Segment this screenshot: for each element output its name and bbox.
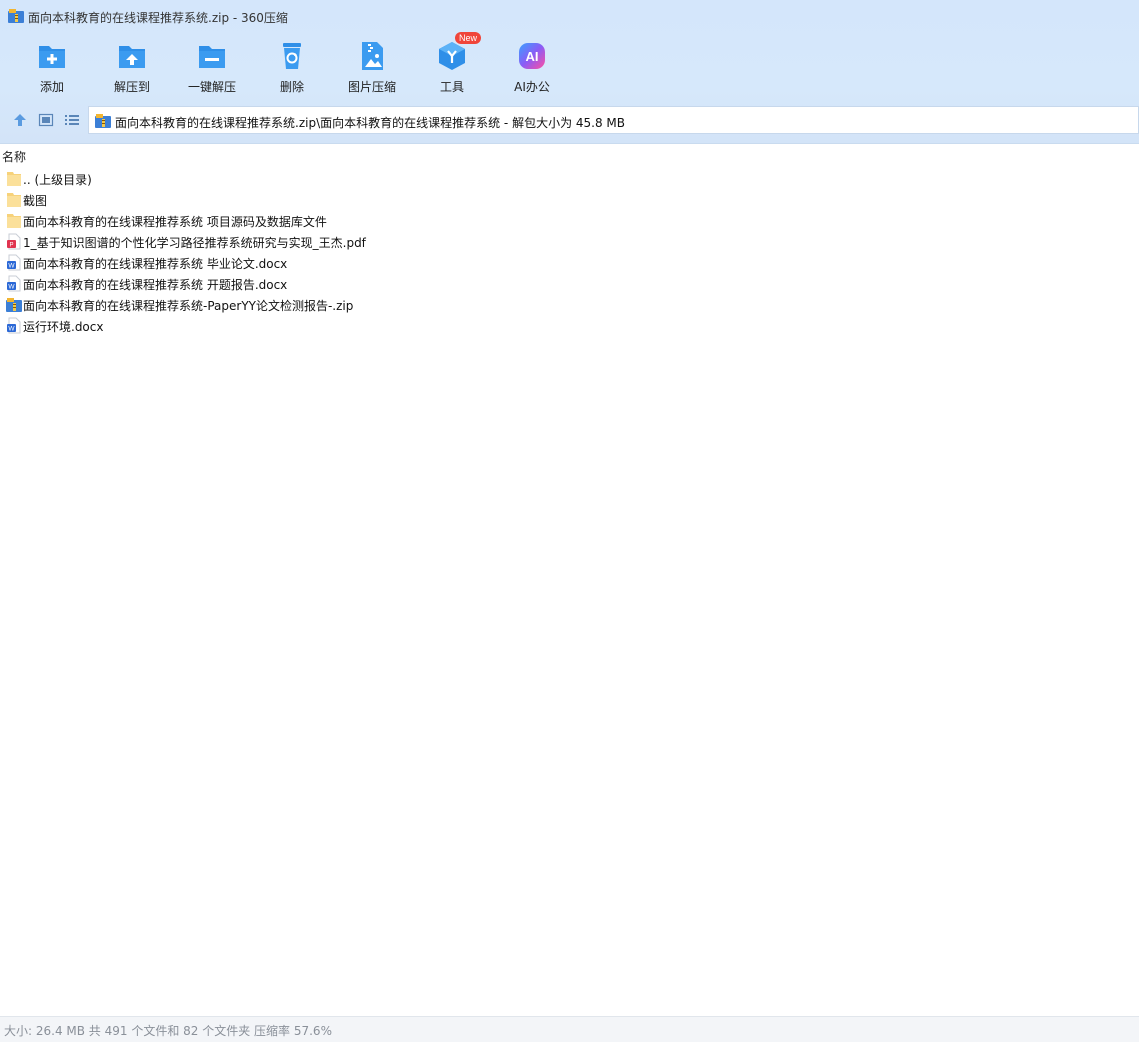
new-badge: New <box>455 32 482 44</box>
ai-office-icon: AI <box>519 43 545 69</box>
word-file-icon: W <box>7 254 21 271</box>
list-item[interactable]: 面向本科教育的在线课程推荐系统 项目源码及数据库文件 <box>0 210 1139 231</box>
file-name: 面向本科教育的在线课程推荐系统-PaperYY论文检测报告-.zip <box>23 299 354 313</box>
ai-office-button[interactable]: AI AI办公 <box>492 38 572 98</box>
svg-text:P: P <box>9 243 13 249</box>
file-name: 面向本科教育的在线课程推荐系统 开题报告.docx <box>23 278 288 292</box>
zip-archive-icon <box>6 298 22 312</box>
extract-to-button[interactable]: 解压到 <box>92 38 172 98</box>
extract-to-icon <box>119 46 145 68</box>
archive-app-icon <box>8 9 24 23</box>
title-bar: 面向本科教育的在线课程推荐系统.zip - 360压缩 <box>0 0 1139 32</box>
list-item[interactable]: 截图 <box>0 189 1139 210</box>
folder-icon <box>7 193 21 207</box>
image-compress-icon <box>362 42 383 70</box>
add-folder-icon <box>39 46 65 68</box>
image-compress-button[interactable]: 图片压缩 <box>332 38 412 98</box>
address-path: 面向本科教育的在线课程推荐系统.zip\面向本科教育的在线课程推荐系统 - 解包… <box>115 116 626 130</box>
one-click-extract-label: 一键解压 <box>187 80 236 94</box>
file-name: .. (上级目录) <box>23 173 92 187</box>
delete-button[interactable]: 删除 <box>252 38 332 98</box>
column-name-label: 名称 <box>2 150 27 164</box>
pdf-file-icon: P <box>7 233 21 250</box>
add-button[interactable]: 添加 <box>12 38 92 98</box>
svg-text:W: W <box>8 326 15 333</box>
address-bar[interactable]: 面向本科教育的在线课程推荐系统.zip\面向本科教育的在线课程推荐系统 - 解包… <box>88 106 1139 134</box>
ai-office-label: AI办公 <box>514 80 550 94</box>
tools-cube-icon <box>439 42 465 70</box>
list-item[interactable]: W 运行环境.docx <box>0 315 1139 336</box>
up-level-icon[interactable] <box>12 112 28 128</box>
file-name: 1_基于知识图谱的个性化学习路径推荐系统研究与实现_王杰.pdf <box>23 236 366 250</box>
file-name: 截图 <box>23 194 48 208</box>
list-item[interactable]: 面向本科教育的在线课程推荐系统-PaperYY论文检测报告-.zip <box>0 294 1139 315</box>
svg-text:W: W <box>8 263 15 270</box>
one-click-extract-icon <box>199 46 225 68</box>
folder-icon <box>7 214 21 228</box>
extract-to-label: 解压到 <box>113 80 150 94</box>
status-bar: 大小: 26.4 MB 共 491 个文件和 82 个文件夹 压缩率 57.6% <box>0 1016 1139 1042</box>
window-title: 面向本科教育的在线课程推荐系统.zip - 360压缩 <box>28 11 288 25</box>
top-panel: 面向本科教育的在线课程推荐系统.zip - 360压缩 添加 解压到 一键解压 … <box>0 0 1139 144</box>
folder-icon <box>7 172 21 186</box>
delete-label: 删除 <box>279 80 304 94</box>
tools-button[interactable]: New 工具 <box>412 32 492 98</box>
thumbnail-view-icon[interactable] <box>38 112 54 128</box>
add-label: 添加 <box>39 80 64 94</box>
file-name: 面向本科教育的在线课程推荐系统 项目源码及数据库文件 <box>23 215 327 229</box>
svg-text:W: W <box>8 284 15 291</box>
recycle-delete-icon <box>283 43 301 69</box>
file-name: 运行环境.docx <box>23 320 104 334</box>
status-text: 大小: 26.4 MB 共 491 个文件和 82 个文件夹 压缩率 57.6% <box>4 1024 332 1038</box>
tools-label: 工具 <box>439 80 464 94</box>
word-file-icon: W <box>7 317 21 334</box>
navigation-row: 面向本科教育的在线课程推荐系统.zip\面向本科教育的在线课程推荐系统 - 解包… <box>0 106 1139 136</box>
file-name: 面向本科教育的在线课程推荐系统 毕业论文.docx <box>23 257 288 271</box>
svg-text:AI: AI <box>526 49 539 64</box>
list-item[interactable]: W 面向本科教育的在线课程推荐系统 开题报告.docx <box>0 273 1139 294</box>
image-compress-label: 图片压缩 <box>347 80 396 94</box>
file-list: .. (上级目录) 截图 面向本科教育的在线课程推荐系统 项目源码及数据库文件 … <box>0 168 1139 336</box>
list-item[interactable]: W 面向本科教育的在线课程推荐系统 毕业论文.docx <box>0 252 1139 273</box>
column-header-name[interactable]: 名称 <box>0 148 1139 164</box>
list-view-icon[interactable] <box>64 112 80 128</box>
archive-icon <box>95 114 111 128</box>
list-item[interactable]: P 1_基于知识图谱的个性化学习路径推荐系统研究与实现_王杰.pdf <box>0 231 1139 252</box>
one-click-extract-button[interactable]: 一键解压 <box>172 38 252 98</box>
list-item[interactable]: .. (上级目录) <box>0 168 1139 189</box>
word-file-icon: W <box>7 275 21 292</box>
